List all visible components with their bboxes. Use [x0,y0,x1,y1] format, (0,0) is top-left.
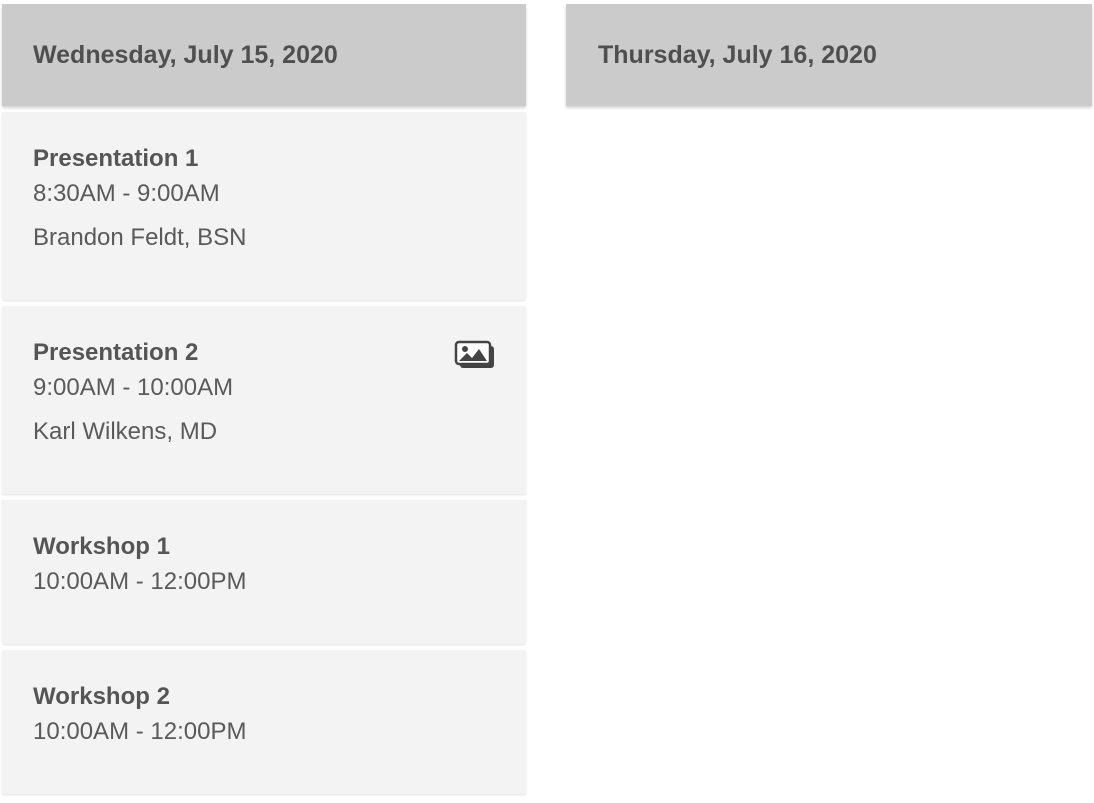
session-presenter: Karl Wilkens, MD [33,418,218,445]
session-title: Workshop 1 [33,533,170,560]
day-column-wednesday: Wednesday, July 15, 2020 Presentation 1 … [2,4,526,794]
session-card[interactable]: Presentation 1 8:30AM - 9:00AM Brandon F… [2,112,526,300]
session-title: Workshop 2 [33,683,170,710]
session-title: Presentation 1 [33,145,199,172]
session-time: 8:30AM - 9:00AM [33,180,220,207]
session-card[interactable]: Presentation 2 9:00AM - 10:00AM Karl Wil… [2,306,526,494]
session-time: 9:00AM - 10:00AM [33,374,234,401]
session-presenter: Brandon Feldt, BSN [33,224,247,251]
images-icon[interactable] [454,340,496,370]
session-time: 10:00AM - 12:00PM [33,718,247,745]
session-time: 10:00AM - 12:00PM [33,568,247,595]
day-header: Thursday, July 16, 2020 [566,4,1092,106]
session-title: Presentation 2 [33,339,199,366]
day-column-thursday: Thursday, July 16, 2020 [566,4,1092,106]
day-header: Wednesday, July 15, 2020 [2,4,526,106]
session-card[interactable]: Workshop 2 10:00AM - 12:00PM [2,650,526,794]
session-card[interactable]: Workshop 1 10:00AM - 12:00PM [2,500,526,644]
